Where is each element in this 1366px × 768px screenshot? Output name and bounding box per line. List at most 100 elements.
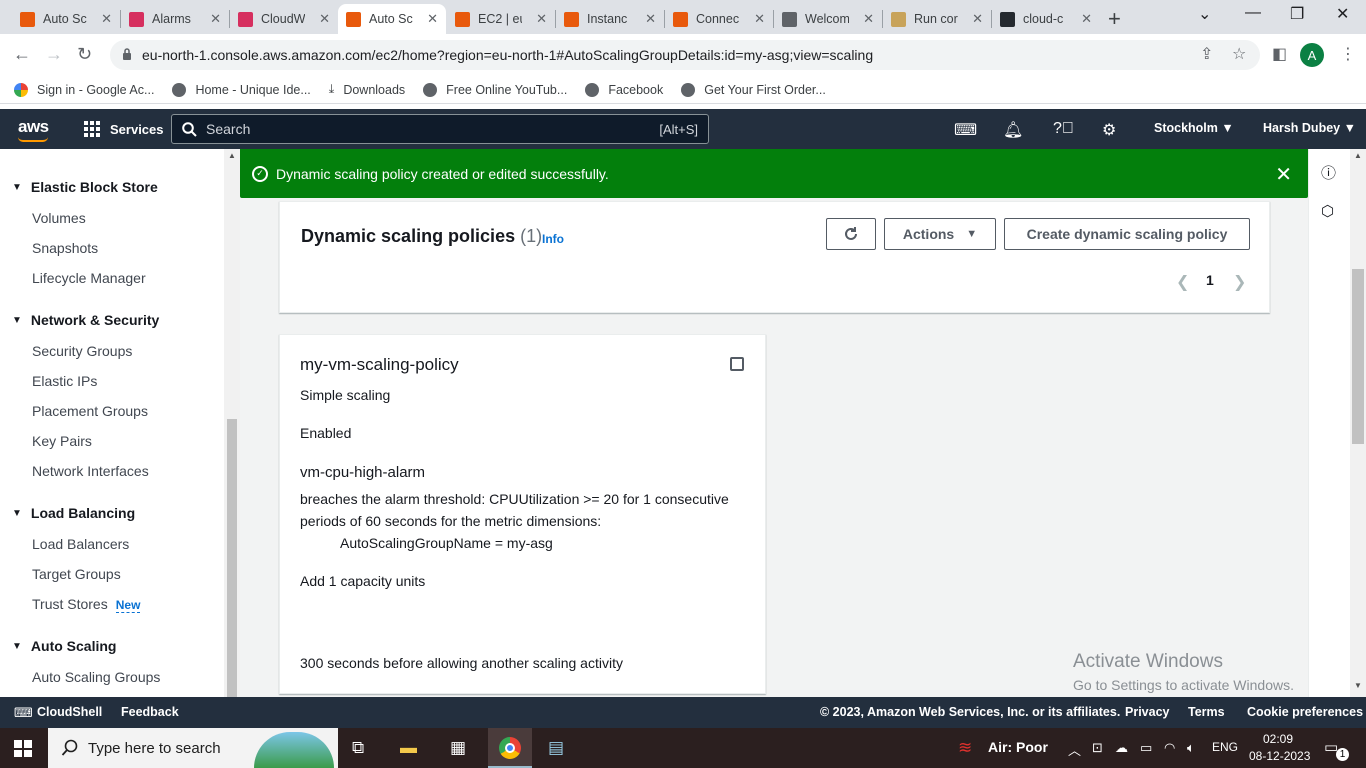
- close-icon[interactable]: ✕: [1081, 11, 1092, 27]
- close-icon[interactable]: ✕: [754, 11, 765, 27]
- browser-tab[interactable]: Instanc ✕: [556, 4, 664, 34]
- chrome-menu-icon[interactable]: ⋮: [1340, 44, 1356, 64]
- terms-link[interactable]: Terms: [1188, 705, 1225, 719]
- sidebar-item-snapshots[interactable]: Snapshots: [32, 240, 98, 256]
- scroll-up-icon[interactable]: ▲: [228, 151, 236, 160]
- close-icon[interactable]: ✕: [101, 11, 112, 27]
- policy-select-checkbox[interactable]: [730, 357, 744, 371]
- sidebar-item-network-interfaces[interactable]: Network Interfaces: [32, 463, 149, 479]
- clock-time[interactable]: 02:09: [1263, 732, 1293, 746]
- forward-icon[interactable]: →: [45, 44, 63, 65]
- notepad-icon[interactable]: ▤: [548, 738, 564, 758]
- close-icon[interactable]: ✕: [1275, 162, 1292, 187]
- clock-date[interactable]: 08-12-2023: [1249, 749, 1310, 763]
- new-tab-button[interactable]: +: [1108, 6, 1121, 32]
- file-explorer-icon[interactable]: ▬: [400, 738, 417, 758]
- microsoft-store-icon[interactable]: ▦: [450, 738, 466, 758]
- profile-avatar[interactable]: A: [1300, 43, 1324, 67]
- actions-button[interactable]: Actions ▼: [884, 218, 996, 250]
- sidebar-section-network-security[interactable]: ▼ Network & Security: [12, 312, 159, 328]
- sidebar-item-placement-groups[interactable]: Placement Groups: [32, 403, 148, 419]
- tab-search-icon[interactable]: ⌄: [1198, 4, 1211, 24]
- meet-now-icon[interactable]: ⊡: [1092, 740, 1103, 756]
- side-panel-icon[interactable]: ◧: [1272, 44, 1287, 64]
- sidebar-item-target-groups[interactable]: Target Groups: [32, 566, 121, 582]
- sidebar-item-security-groups[interactable]: Security Groups: [32, 343, 132, 359]
- cloudshell-link[interactable]: CloudShell: [37, 705, 102, 719]
- services-menu[interactable]: Services: [84, 121, 164, 137]
- info-circle-icon[interactable]: ⓘ: [1321, 162, 1336, 183]
- sidebar-item-trust-stores[interactable]: Trust Stores New: [32, 596, 141, 613]
- chevron-right-icon[interactable]: ❯: [1233, 272, 1246, 292]
- account-menu[interactable]: Harsh Dubey ▼: [1263, 121, 1356, 135]
- cloudshell-icon[interactable]: ⌨: [954, 120, 977, 140]
- windows-start-icon[interactable]: [14, 740, 32, 757]
- chevron-up-icon[interactable]: ︿: [1068, 740, 1081, 759]
- browser-tab[interactable]: EC2 | eu ✕: [447, 4, 555, 34]
- sidebar-item-key-pairs[interactable]: Key Pairs: [32, 433, 92, 449]
- scroll-down-icon[interactable]: ▼: [1354, 681, 1362, 690]
- language-indicator[interactable]: ENG: [1212, 740, 1238, 754]
- chrome-taskbar-icon[interactable]: [488, 728, 532, 768]
- browser-tab-active[interactable]: Auto Sc ✕: [338, 4, 446, 34]
- sidebar-item-auto-scaling-groups[interactable]: Auto Scaling Groups: [32, 669, 160, 685]
- sidebar-section-elastic-block-store[interactable]: ▼ Elastic Block Store: [12, 179, 158, 195]
- cookie-preferences-link[interactable]: Cookie preferences: [1247, 705, 1363, 719]
- browser-tab[interactable]: cloud-c ✕: [992, 4, 1100, 34]
- bookmark-item[interactable]: Get Your First Order...: [681, 82, 826, 97]
- privacy-link[interactable]: Privacy: [1125, 705, 1169, 719]
- bookmark-item[interactable]: Free Online YouTub...: [423, 82, 567, 97]
- bell-icon[interactable]: 🔔︎: [1003, 120, 1023, 140]
- create-dynamic-scaling-policy-button[interactable]: Create dynamic scaling policy: [1004, 218, 1250, 250]
- scroll-up-icon[interactable]: ▲: [1354, 151, 1362, 160]
- close-icon[interactable]: ✕: [645, 11, 656, 27]
- onedrive-icon[interactable]: ☁: [1115, 740, 1128, 756]
- battery-icon[interactable]: ▭: [1140, 740, 1152, 756]
- sidebar-item-elastic-ips[interactable]: Elastic IPs: [32, 373, 97, 389]
- share-icon[interactable]: ⇪: [1200, 44, 1213, 64]
- bookmark-item[interactable]: ⤓ Downloads: [329, 82, 405, 97]
- page-scrollbar[interactable]: ▲ ▼: [1350, 149, 1366, 697]
- volume-icon[interactable]: 🔈︎: [1187, 740, 1195, 756]
- sidebar-scrollbar-thumb[interactable]: [227, 419, 237, 697]
- sidebar-scrollbar[interactable]: ▲: [224, 149, 240, 697]
- close-icon[interactable]: ✕: [319, 11, 330, 27]
- aws-search-input[interactable]: Search [Alt+S]: [171, 114, 709, 144]
- task-view-icon[interactable]: ⧉: [352, 738, 364, 758]
- sidebar-section-load-balancing[interactable]: ▼ Load Balancing: [12, 505, 135, 521]
- browser-tab[interactable]: Auto Sc ✕: [12, 4, 120, 34]
- gear-icon[interactable]: ⚙: [1102, 120, 1116, 140]
- refresh-button[interactable]: [826, 218, 876, 250]
- page-scrollbar-thumb[interactable]: [1352, 269, 1364, 444]
- page-number[interactable]: 1: [1206, 272, 1214, 288]
- cloudshell-icon[interactable]: ⌨: [14, 705, 33, 721]
- close-icon[interactable]: ✕: [536, 11, 547, 27]
- browser-tab[interactable]: Connec ✕: [665, 4, 773, 34]
- restore-icon[interactable]: ❐: [1290, 4, 1304, 24]
- bookmark-star-icon[interactable]: ☆: [1232, 44, 1246, 64]
- back-icon[interactable]: ←: [13, 44, 31, 65]
- browser-tab[interactable]: Alarms ✕: [121, 4, 229, 34]
- minimize-icon[interactable]: —: [1245, 4, 1261, 22]
- window-close-icon[interactable]: ✕: [1336, 4, 1349, 24]
- info-link[interactable]: Info: [542, 232, 564, 246]
- reload-icon[interactable]: ↻: [77, 44, 92, 65]
- sidebar-item-load-balancers[interactable]: Load Balancers: [32, 536, 129, 552]
- wifi-icon[interactable]: ◠: [1164, 740, 1175, 756]
- region-selector[interactable]: Stockholm ▼: [1154, 121, 1234, 135]
- close-icon[interactable]: ✕: [972, 11, 983, 27]
- browser-tab[interactable]: CloudW ✕: [230, 4, 338, 34]
- hexagon-icon[interactable]: ⬡: [1321, 202, 1334, 220]
- browser-tab[interactable]: Run cor ✕: [883, 4, 991, 34]
- sidebar-item-volumes[interactable]: Volumes: [32, 210, 86, 226]
- bookmark-item[interactable]: Facebook: [585, 82, 663, 97]
- close-icon[interactable]: ✕: [210, 11, 221, 27]
- bookmark-item[interactable]: Home - Unique Ide...: [172, 82, 311, 97]
- air-quality-text[interactable]: Air: Poor: [988, 739, 1048, 755]
- bookmark-item[interactable]: Sign in - Google Ac...: [14, 82, 154, 97]
- close-icon[interactable]: ✕: [863, 11, 874, 27]
- chevron-left-icon[interactable]: ❮: [1176, 272, 1189, 292]
- help-icon[interactable]: ?⃝: [1053, 120, 1074, 138]
- sidebar-section-auto-scaling[interactable]: ▼ Auto Scaling: [12, 638, 116, 654]
- sidebar-item-lifecycle-manager[interactable]: Lifecycle Manager: [32, 270, 146, 286]
